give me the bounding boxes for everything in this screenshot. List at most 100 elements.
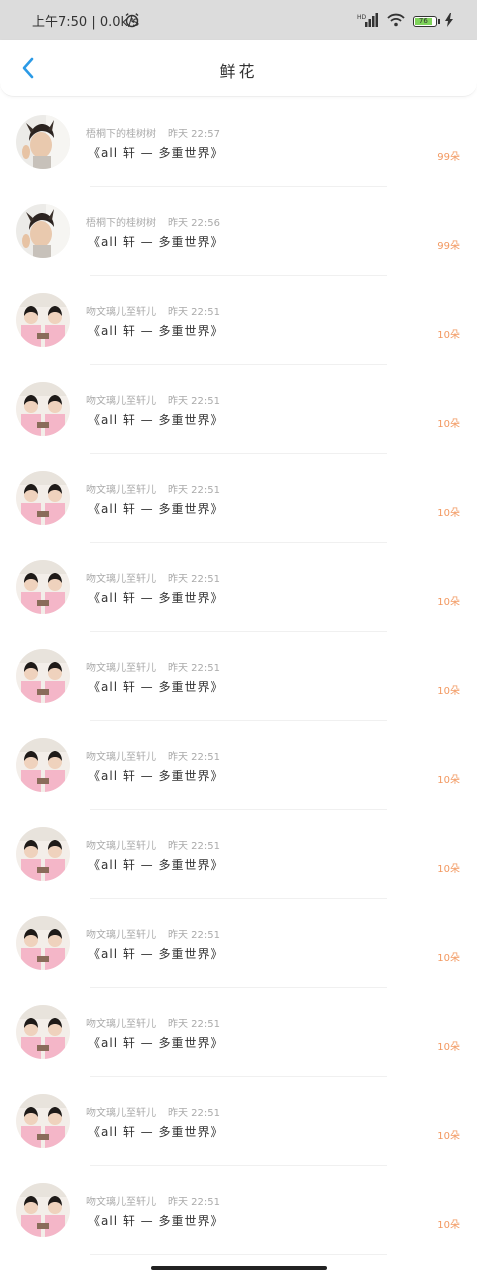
sender-meta: 梧桐下的桂树树 昨天 22:57 bbox=[86, 125, 220, 140]
avatar[interactable] bbox=[16, 471, 70, 525]
home-indicator[interactable] bbox=[151, 1266, 327, 1270]
list-item[interactable]: 吻文璃儿至轩儿 昨天 22:51 《all 轩 — 多重世界》 10朵 bbox=[0, 543, 477, 632]
book-title: 《all 轩 — 多重世界》 bbox=[88, 858, 224, 872]
sender-name: 吻文璃儿至轩儿 bbox=[86, 307, 156, 318]
signal-icon: HD bbox=[357, 12, 379, 31]
sent-time: 昨天 22:51 bbox=[168, 663, 220, 674]
avatar[interactable] bbox=[16, 204, 70, 258]
avatar[interactable] bbox=[16, 1094, 70, 1148]
sender-name: 梧桐下的桂树树 bbox=[86, 218, 156, 229]
sender-name: 吻文璃儿至轩儿 bbox=[86, 1197, 156, 1208]
sent-time: 昨天 22:51 bbox=[168, 574, 220, 585]
flower-count: 10朵 bbox=[437, 1131, 460, 1142]
list-item[interactable]: 吻文璃儿至轩儿 昨天 22:51 《all 轩 — 多重世界》 10朵 bbox=[0, 721, 477, 810]
sender-name: 吻文璃儿至轩儿 bbox=[86, 752, 156, 763]
avatar[interactable] bbox=[16, 738, 70, 792]
wifi-icon bbox=[387, 12, 405, 31]
sent-time: 昨天 22:51 bbox=[168, 1108, 220, 1119]
avatar[interactable] bbox=[16, 293, 70, 347]
list-item[interactable]: 吻文璃儿至轩儿 昨天 22:51 《all 轩 — 多重世界》 10朵 bbox=[0, 988, 477, 1077]
avatar[interactable] bbox=[16, 382, 70, 436]
sender-name: 吻文璃儿至轩儿 bbox=[86, 930, 156, 941]
avatar[interactable] bbox=[16, 649, 70, 703]
sent-time: 昨天 22:51 bbox=[168, 1019, 220, 1030]
sender-meta: 吻文璃儿至轩儿 昨天 22:51 bbox=[86, 303, 220, 318]
book-title: 《all 轩 — 多重世界》 bbox=[88, 947, 224, 961]
avatar[interactable] bbox=[16, 560, 70, 614]
avatar[interactable] bbox=[16, 1005, 70, 1059]
flower-list: 梧桐下的桂树树 昨天 22:57 《all 轩 — 多重世界》 99朵 梧桐下的桂树树昨… bbox=[0, 98, 477, 1255]
list-item[interactable]: 吻文璃儿至轩儿 昨天 22:51 《all 轩 — 多重世界》 10朵 bbox=[0, 365, 477, 454]
sender-meta: 吻文璃儿至轩儿 昨天 22:51 bbox=[86, 481, 220, 496]
list-item[interactable]: 吻文璃儿至轩儿 昨天 22:51 《all 轩 — 多重世界》 10朵 bbox=[0, 899, 477, 988]
sender-name: 梧桐下的桂树树 bbox=[86, 129, 156, 140]
list-item[interactable]: 梧桐下的桂树树 昨天 22:56 《all 轩 — 多重世界》 99朵 bbox=[0, 187, 477, 276]
charging-icon bbox=[445, 12, 453, 31]
list-item[interactable]: 吻文璃儿至轩儿 昨天 22:51 《all 轩 — 多重世界》 10朵 bbox=[0, 454, 477, 543]
sent-time: 昨天 22:51 bbox=[168, 930, 220, 941]
sent-time: 昨天 22:51 bbox=[168, 485, 220, 496]
alarm-clock-icon bbox=[124, 12, 140, 32]
sender-meta: 吻文璃儿至轩儿 昨天 22:51 bbox=[86, 926, 220, 941]
sender-name: 吻文璃儿至轩儿 bbox=[86, 663, 156, 674]
book-title: 《all 轩 — 多重世界》 bbox=[88, 1036, 224, 1050]
flower-count: 99朵 bbox=[437, 152, 460, 163]
flower-count: 10朵 bbox=[437, 1042, 460, 1053]
avatar[interactable] bbox=[16, 916, 70, 970]
flower-count: 10朵 bbox=[437, 330, 460, 341]
flower-count: 10朵 bbox=[437, 1220, 460, 1231]
battery-icon: 76 bbox=[413, 16, 440, 27]
flower-count: 99朵 bbox=[437, 241, 460, 252]
sent-time: 昨天 22:51 bbox=[168, 396, 220, 407]
sender-name: 吻文璃儿至轩儿 bbox=[86, 396, 156, 407]
list-item[interactable]: 吻文璃儿至轩儿 昨天 22:51 《all 轩 — 多重世界》 10朵 bbox=[0, 810, 477, 899]
flower-count: 10朵 bbox=[437, 419, 460, 430]
book-title: 《all 轩 — 多重世界》 bbox=[88, 1214, 224, 1228]
sender-meta: 吻文璃儿至轩儿 昨天 22:51 bbox=[86, 392, 220, 407]
list-item[interactable]: 吻文璃儿至轩儿 昨天 22:51 《all 轩 — 多重世界》 10朵 bbox=[0, 1077, 477, 1166]
sender-name: 吻文璃儿至轩儿 bbox=[86, 1108, 156, 1119]
book-title: 《all 轩 — 多重世界》 bbox=[88, 769, 224, 783]
book-title: 《all 轩 — 多重世界》 bbox=[88, 1125, 224, 1139]
sender-meta: 吻文璃儿至轩儿 昨天 22:51 bbox=[86, 1193, 220, 1208]
nav-bar: 鲜花 bbox=[0, 40, 477, 97]
battery-level: 76 bbox=[415, 18, 432, 25]
sender-meta: 吻文璃儿至轩儿 昨天 22:51 bbox=[86, 748, 220, 763]
list-item[interactable]: 吻文璃儿至轩儿 昨天 22:51 《all 轩 — 多重世界》 10朵 bbox=[0, 1166, 477, 1255]
list-item[interactable]: 吻文璃儿至轩儿 昨天 22:51 《all 轩 — 多重世界》 10朵 bbox=[0, 276, 477, 365]
sender-name: 吻文璃儿至轩儿 bbox=[86, 485, 156, 496]
sent-time: 昨天 22:51 bbox=[168, 841, 220, 852]
book-title: 《all 轩 — 多重世界》 bbox=[88, 413, 224, 427]
avatar[interactable] bbox=[16, 1183, 70, 1237]
sent-time: 昨天 22:51 bbox=[168, 1197, 220, 1208]
page-title: 鲜花 bbox=[219, 62, 258, 81]
list-item[interactable]: 梧桐下的桂树树 昨天 22:57 《all 轩 — 多重世界》 99朵 bbox=[0, 98, 477, 187]
flower-count: 10朵 bbox=[437, 508, 460, 519]
avatar[interactable] bbox=[16, 827, 70, 881]
sender-meta: 吻文璃儿至轩儿 昨天 22:51 bbox=[86, 659, 220, 674]
sender-meta: 吻文璃儿至轩儿 昨天 22:51 bbox=[86, 1015, 220, 1030]
flower-count: 10朵 bbox=[437, 597, 460, 608]
flower-count: 10朵 bbox=[437, 953, 460, 964]
sent-time: 昨天 22:51 bbox=[168, 752, 220, 763]
sender-meta: 吻文璃儿至轩儿 昨天 22:51 bbox=[86, 570, 220, 585]
sender-meta: 梧桐下的桂树树 昨天 22:56 bbox=[86, 214, 220, 229]
book-title: 《all 轩 — 多重世界》 bbox=[88, 680, 224, 694]
svg-text:HD: HD bbox=[357, 14, 367, 21]
flower-count: 10朵 bbox=[437, 775, 460, 786]
sender-name: 吻文璃儿至轩儿 bbox=[86, 574, 156, 585]
sent-time: 昨天 22:51 bbox=[168, 307, 220, 318]
book-title: 《all 轩 — 多重世界》 bbox=[88, 591, 224, 605]
sender-meta: 吻文璃儿至轩儿 昨天 22:51 bbox=[86, 1104, 220, 1119]
list-item[interactable]: 吻文璃儿至轩儿 昨天 22:51 《all 轩 — 多重世界》 10朵 bbox=[0, 632, 477, 721]
status-bar: 上午7:50 | 0.0k/s HD 76 bbox=[0, 0, 477, 40]
book-title: 《all 轩 — 多重世界》 bbox=[88, 235, 224, 249]
sent-time: 昨天 22:57 bbox=[168, 129, 220, 140]
sender-meta: 吻文璃儿至轩儿 昨天 22:51 bbox=[86, 837, 220, 852]
book-title: 《all 轩 — 多重世界》 bbox=[88, 146, 224, 160]
sender-name: 吻文璃儿至轩儿 bbox=[86, 1019, 156, 1030]
avatar[interactable] bbox=[16, 115, 70, 169]
flower-count: 10朵 bbox=[437, 686, 460, 697]
book-title: 《all 轩 — 多重世界》 bbox=[88, 502, 224, 516]
flower-count: 10朵 bbox=[437, 864, 460, 875]
